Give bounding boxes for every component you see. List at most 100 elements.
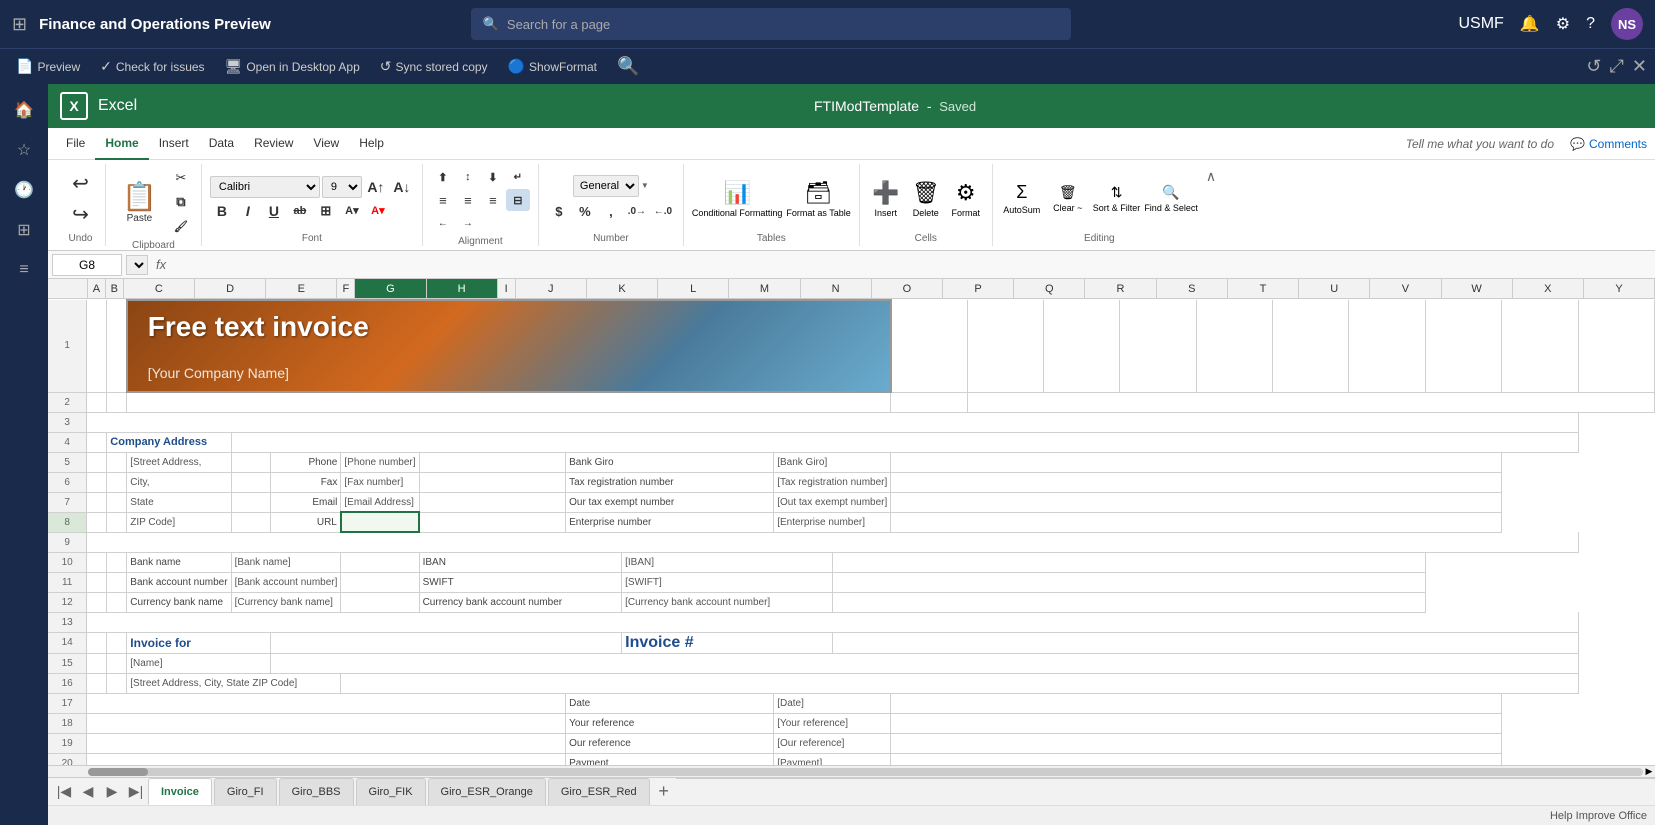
cell-l8-enterprise-value[interactable]: [Enterprise number] bbox=[774, 512, 891, 532]
sheet-tab-giro-esr-orange[interactable]: Giro_ESR_Orange bbox=[428, 778, 546, 805]
tab-file[interactable]: File bbox=[56, 128, 95, 160]
cell-b1[interactable] bbox=[107, 300, 127, 392]
font-size-select[interactable]: 9 bbox=[322, 176, 362, 198]
cell-i11[interactable] bbox=[341, 572, 419, 592]
cell-e4-rest[interactable] bbox=[231, 432, 1578, 452]
cell-b8[interactable] bbox=[107, 512, 127, 532]
cell-a12[interactable] bbox=[87, 592, 107, 612]
cell-o10-rest[interactable] bbox=[832, 552, 1425, 572]
cell-i10[interactable] bbox=[341, 552, 419, 572]
cell-p1[interactable] bbox=[891, 300, 967, 392]
cell-row13[interactable] bbox=[87, 612, 1578, 632]
align-center-button[interactable]: ≡ bbox=[456, 189, 480, 211]
cell-i7[interactable] bbox=[419, 492, 566, 512]
paste-button[interactable]: 📋 Paste bbox=[114, 166, 165, 238]
cell-j12-currbankacct-label[interactable]: Currency bank account number bbox=[419, 592, 622, 612]
cell-b14[interactable] bbox=[107, 632, 127, 653]
help-icon[interactable]: ? bbox=[1586, 15, 1595, 33]
cell-a4[interactable] bbox=[87, 432, 107, 452]
strikethrough-button[interactable]: ab bbox=[288, 200, 312, 222]
cell-b5[interactable] bbox=[107, 452, 127, 472]
bold-button[interactable]: B bbox=[210, 200, 234, 222]
cell-i8[interactable] bbox=[419, 512, 566, 532]
cell-j20-payment-label[interactable]: Payment bbox=[566, 753, 774, 765]
cell-o19-rest[interactable] bbox=[891, 733, 1502, 753]
tab-insert[interactable]: Insert bbox=[149, 128, 199, 160]
cell-b15[interactable] bbox=[107, 653, 127, 673]
cell-g8-selected[interactable] bbox=[341, 512, 419, 532]
cell-i5[interactable] bbox=[419, 452, 566, 472]
col-header-o[interactable]: O bbox=[872, 279, 943, 298]
sort-filter-icon[interactable]: ⇅ bbox=[1111, 184, 1123, 201]
cell-e6[interactable] bbox=[231, 472, 270, 492]
cell-w1[interactable] bbox=[1425, 300, 1501, 392]
sheet-nav-next[interactable]: ▶ bbox=[100, 778, 124, 805]
cell-t1[interactable] bbox=[1196, 300, 1272, 392]
cell-u1[interactable] bbox=[1273, 300, 1349, 392]
cell-o8-rest[interactable] bbox=[891, 512, 1502, 532]
cell-r1[interactable] bbox=[1043, 300, 1119, 392]
search-bar[interactable]: 🔍 Search for a page bbox=[471, 8, 1071, 40]
cell-a1[interactable] bbox=[87, 300, 107, 392]
insert-cells-icon[interactable]: ➕ bbox=[872, 180, 899, 206]
add-sheet-button[interactable]: + bbox=[652, 778, 676, 805]
cell-e12-currbank-value[interactable]: [Currency bank name] bbox=[231, 592, 341, 612]
tab-review[interactable]: Review bbox=[244, 128, 303, 160]
format-cells-icon[interactable]: ⚙ bbox=[956, 180, 976, 206]
fill-color-button[interactable]: A▾ bbox=[340, 200, 364, 222]
grid-menu-icon[interactable]: ⊞ bbox=[12, 14, 27, 35]
dollar-button[interactable]: $ bbox=[547, 201, 571, 223]
merge-center-button[interactable]: ⊟ bbox=[506, 189, 530, 211]
cell-c2-merged[interactable] bbox=[127, 392, 891, 412]
cell-o11-rest[interactable] bbox=[832, 572, 1425, 592]
align-top-button[interactable]: ⬆ bbox=[431, 166, 455, 188]
tab-view[interactable]: View bbox=[303, 128, 349, 160]
cell-l5-bankgiro-value[interactable]: [Bank Giro] bbox=[774, 452, 891, 472]
col-header-j[interactable]: J bbox=[516, 279, 587, 298]
cell-f15-rest[interactable] bbox=[270, 653, 1578, 673]
search-toolbar-icon[interactable]: 🔍 bbox=[617, 56, 639, 77]
col-header-d[interactable]: D bbox=[195, 279, 266, 298]
clear-icon[interactable]: 🗑 bbox=[1059, 184, 1077, 201]
invoice-header-merged[interactable]: Free text invoice [Your Company Name] bbox=[127, 300, 891, 392]
cell-a16[interactable] bbox=[87, 673, 107, 693]
cell-b11[interactable] bbox=[107, 572, 127, 592]
cell-q1[interactable] bbox=[967, 300, 1043, 392]
number-format-select[interactable]: General bbox=[573, 175, 639, 197]
cell-row9[interactable] bbox=[87, 532, 1578, 552]
cell-c12-currbank-label[interactable]: Currency bank name bbox=[127, 592, 231, 612]
sidebar-list-icon[interactable]: ≡ bbox=[6, 252, 42, 288]
cell-f7-email-label[interactable]: Email bbox=[270, 492, 341, 512]
col-header-e[interactable]: E bbox=[266, 279, 337, 298]
cell-e10-bankname-value[interactable]: [Bank name] bbox=[231, 552, 341, 572]
percent-button[interactable]: % bbox=[573, 201, 597, 223]
cell-l7-taxexempt-value[interactable]: [Out tax exempt number] bbox=[774, 492, 891, 512]
cell-a14[interactable] bbox=[87, 632, 107, 653]
cell-e11-bankacct-value[interactable]: [Bank account number] bbox=[231, 572, 341, 592]
col-header-s[interactable]: S bbox=[1157, 279, 1228, 298]
cell-l18-yourref-value[interactable]: [Your reference] bbox=[774, 713, 891, 733]
col-header-v[interactable]: V bbox=[1370, 279, 1441, 298]
col-header-n[interactable]: N bbox=[801, 279, 872, 298]
cell-a10[interactable] bbox=[87, 552, 107, 572]
cell-c16-address[interactable]: [Street Address, City, State ZIP Code] bbox=[127, 673, 341, 693]
cell-j11-swift-label[interactable]: SWIFT bbox=[419, 572, 622, 592]
underline-button[interactable]: U bbox=[262, 200, 286, 222]
align-bottom-button[interactable]: ⬇ bbox=[481, 166, 505, 188]
cell-ref-dropdown[interactable] bbox=[126, 255, 148, 275]
cell-c11-bankacct-label[interactable]: Bank account number bbox=[127, 572, 231, 592]
cell-b6[interactable] bbox=[107, 472, 127, 492]
cell-f6-fax-label[interactable]: Fax bbox=[270, 472, 341, 492]
popout-icon[interactable]: ⤢ bbox=[1610, 56, 1624, 77]
sheet-tab-giro-fik[interactable]: Giro_FIK bbox=[356, 778, 426, 805]
sheet-nav-first[interactable]: |◀ bbox=[52, 778, 76, 805]
cell-c6-city[interactable]: City, bbox=[127, 472, 231, 492]
col-header-c[interactable]: C bbox=[124, 279, 195, 298]
cell-g6-fax-value[interactable]: [Fax number] bbox=[341, 472, 419, 492]
col-header-u[interactable]: U bbox=[1299, 279, 1370, 298]
cell-a8[interactable] bbox=[87, 512, 107, 532]
notification-icon[interactable]: 🔔 bbox=[1520, 14, 1540, 34]
cell-j19-ourref-label[interactable]: Our reference bbox=[566, 733, 774, 753]
col-header-x[interactable]: X bbox=[1513, 279, 1584, 298]
wrap-text-button[interactable]: ↵ bbox=[506, 166, 530, 188]
